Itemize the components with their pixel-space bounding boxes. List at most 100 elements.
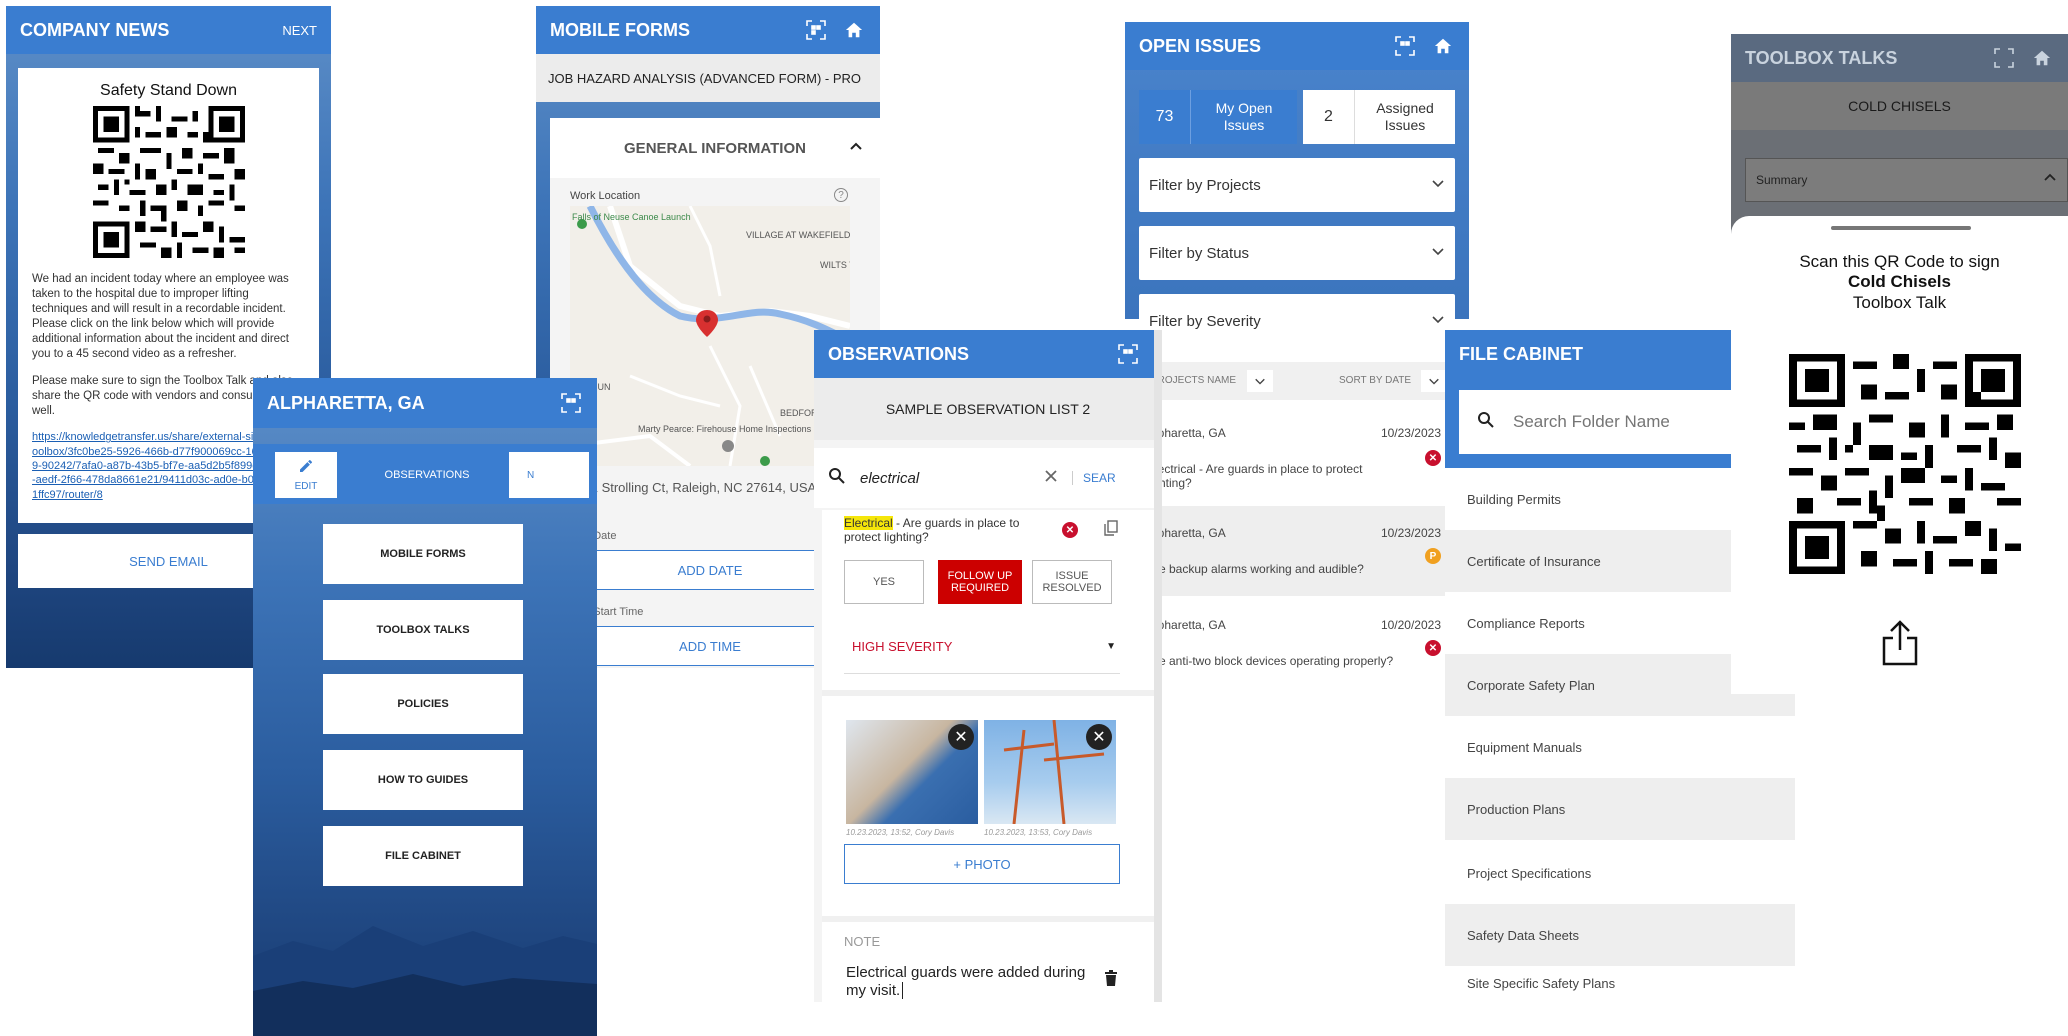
assigned-issues-tile[interactable]: 2 Assigned Issues bbox=[1303, 90, 1455, 144]
issues-header: OPEN ISSUES bbox=[1125, 22, 1469, 70]
remove-photo-icon[interactable]: ✕ bbox=[1086, 724, 1112, 750]
issue-date: 10/20/2023 bbox=[1380, 618, 1441, 632]
summary-label: Summary bbox=[1756, 173, 1808, 187]
general-info-header[interactable]: GENERAL INFORMATION bbox=[550, 118, 880, 178]
news-title: COMPANY NEWS bbox=[20, 19, 170, 40]
folder-item[interactable]: Equipment Manuals bbox=[1445, 716, 1795, 778]
photo1-caption: 10.23.2023, 13:52, Cory Davis bbox=[846, 828, 955, 837]
tab-next-label: N bbox=[527, 469, 535, 481]
remove-photo-icon[interactable]: ✕ bbox=[948, 724, 974, 750]
home-icon[interactable] bbox=[842, 18, 866, 42]
obs-search-input[interactable] bbox=[860, 469, 1040, 487]
issue-row[interactable]: Alpharetta, GA 10/20/2023 Are anti-two b… bbox=[1125, 596, 1469, 682]
qr-sign-sheet: Scan this QR Code to sign Cold Chisels T… bbox=[1731, 216, 2068, 694]
qr-scan-icon[interactable] bbox=[1992, 46, 2016, 70]
issue-date: 10/23/2023 bbox=[1380, 426, 1441, 440]
trash-icon[interactable] bbox=[1104, 970, 1118, 991]
qr-scan-icon[interactable] bbox=[1116, 342, 1140, 366]
tab-next[interactable]: N bbox=[509, 452, 589, 498]
copy-icon[interactable] bbox=[1104, 520, 1118, 541]
chevron-up-icon[interactable] bbox=[848, 138, 864, 159]
add-photo-button[interactable]: + PHOTO bbox=[844, 844, 1120, 884]
issue-row[interactable]: Alpharetta, GA 10/23/2023 Electrical - A… bbox=[1125, 406, 1469, 506]
obs-list-name-bar: SAMPLE OBSERVATION LIST 2 bbox=[814, 378, 1154, 440]
menu-policies-label: POLICIES bbox=[397, 698, 449, 710]
folder-item[interactable]: Project Specifications bbox=[1445, 842, 1795, 904]
photo2-caption: 10.23.2023, 13:53, Cory Davis bbox=[984, 828, 1093, 837]
folder-item[interactable]: Production Plans bbox=[1445, 778, 1795, 840]
col-sort-button[interactable] bbox=[1421, 370, 1447, 392]
yes-label: YES bbox=[872, 576, 895, 588]
obs-search-button[interactable]: SEAR bbox=[1072, 471, 1116, 485]
issue-text: Electrical - Are guards in place to prot… bbox=[1147, 462, 1363, 491]
qr-scan-icon[interactable] bbox=[804, 18, 828, 42]
assigned-count: 2 bbox=[1303, 90, 1355, 144]
severity-x-icon: ✕ bbox=[1425, 640, 1441, 656]
add-time-button[interactable]: ADD TIME bbox=[570, 626, 850, 666]
add-date-label: ADD DATE bbox=[677, 562, 743, 578]
obs-search-bar: SEAR bbox=[814, 448, 1154, 508]
tab-observations[interactable]: OBSERVATIONS bbox=[347, 452, 507, 498]
home-icon[interactable] bbox=[2030, 46, 2054, 70]
map-label-village: VILLAGE AT WAKEFIELD PARKSIDE bbox=[746, 230, 850, 240]
summary-accordion[interactable]: Summary bbox=[1745, 158, 2068, 202]
my-open-issues-tile[interactable]: 73 My Open Issues bbox=[1139, 90, 1297, 144]
menu-how-to-guides[interactable]: HOW TO GUIDES bbox=[323, 750, 523, 810]
filter-severity[interactable]: Filter by Severity bbox=[1139, 294, 1455, 348]
search-icon bbox=[1477, 411, 1495, 434]
filter-projects[interactable]: Filter by Projects bbox=[1139, 158, 1455, 212]
photo-thumb[interactable]: ✕ bbox=[846, 720, 978, 824]
toolbox-header: TOOLBOX TALKS bbox=[1731, 34, 2068, 82]
menu-mobile-forms[interactable]: MOBILE FORMS bbox=[323, 524, 523, 584]
folder-label: Building Permits bbox=[1467, 491, 1561, 507]
issues-column-header: PROJECTS NAME SORT BY DATE bbox=[1125, 362, 1469, 400]
help-icon[interactable]: ? bbox=[834, 188, 848, 202]
qr-scan-icon[interactable] bbox=[1393, 34, 1417, 58]
filter-status[interactable]: Filter by Status bbox=[1139, 226, 1455, 280]
chevron-down-icon bbox=[1431, 244, 1445, 262]
menu-file-cabinet[interactable]: FILE CABINET bbox=[323, 826, 523, 886]
menu-toolbox-talks[interactable]: TOOLBOX TALKS bbox=[323, 600, 523, 660]
photo-thumb[interactable]: ✕ bbox=[984, 720, 1116, 824]
folder-label: Certificate of Insurance bbox=[1467, 553, 1601, 569]
observations-screen: OBSERVATIONS SAMPLE OBSERVATION LIST 2 S… bbox=[814, 330, 1162, 1002]
severity-select[interactable]: HIGH SEVERITY ▼ bbox=[844, 620, 1120, 674]
add-date-button[interactable]: ADD DATE bbox=[570, 550, 850, 590]
send-email-label: SEND EMAIL bbox=[129, 553, 208, 569]
map-label-canoe: Falls of Neuse Canoe Launch bbox=[572, 212, 691, 222]
share-icon[interactable] bbox=[1881, 620, 1919, 671]
toolbox-topic: COLD CHISELS bbox=[1848, 98, 1951, 114]
location-screen: ALPHARETTA, GA EDIT OBSERVATIONS N MOBIL… bbox=[253, 378, 597, 1036]
location-tab-bar: EDIT OBSERVATIONS N bbox=[253, 444, 597, 504]
forms-header: MOBILE FORMS bbox=[536, 6, 880, 54]
sheet-grabber[interactable] bbox=[1831, 226, 1971, 230]
cabinet-title: FILE CABINET bbox=[1459, 343, 1583, 364]
menu-policies[interactable]: POLICIES bbox=[323, 674, 523, 734]
yes-button[interactable]: YES bbox=[844, 560, 924, 604]
menu-toolbox-talks-label: TOOLBOX TALKS bbox=[376, 624, 470, 636]
edit-label: EDIT bbox=[294, 481, 318, 492]
note-label: NOTE bbox=[844, 934, 881, 949]
home-icon[interactable] bbox=[1431, 34, 1455, 58]
location-header: ALPHARETTA, GA bbox=[253, 378, 597, 428]
folder-label: Safety Data Sheets bbox=[1467, 927, 1580, 943]
folder-item[interactable]: Site Specific Safety Plans bbox=[1445, 966, 1795, 1002]
work-location-map[interactable]: Falls of Neuse Canoe Launch VILLAGE AT W… bbox=[570, 206, 850, 466]
issue-resolved-label: ISSUE RESOLVED bbox=[1042, 569, 1102, 594]
chevron-up-icon bbox=[2043, 171, 2057, 190]
col-project-sort[interactable] bbox=[1247, 370, 1273, 392]
tab-observations-label: OBSERVATIONS bbox=[384, 469, 470, 481]
filter-projects-label: Filter by Projects bbox=[1149, 176, 1261, 194]
folder-item[interactable]: Safety Data Sheets bbox=[1445, 904, 1795, 966]
map-label-firehouse: Marty Pearce: Firehouse Home Inspections bbox=[638, 424, 812, 434]
news-card-title: Safety Stand Down bbox=[100, 82, 237, 99]
qr-scan-icon[interactable] bbox=[559, 391, 583, 415]
issue-row[interactable]: Alpharetta, GA 10/23/2023 Are backup ala… bbox=[1125, 506, 1469, 596]
edit-button[interactable]: EDIT bbox=[275, 452, 337, 498]
issue-resolved-button[interactable]: ISSUE RESOLVED bbox=[1032, 560, 1112, 604]
note-textarea[interactable]: Electrical guards were added during my v… bbox=[846, 964, 1086, 1002]
follow-up-button[interactable]: FOLLOW UP REQUIRED bbox=[938, 560, 1022, 604]
next-button[interactable]: NEXT bbox=[282, 23, 317, 38]
close-icon[interactable] bbox=[1044, 469, 1058, 488]
chevron-down-icon bbox=[1431, 312, 1445, 330]
